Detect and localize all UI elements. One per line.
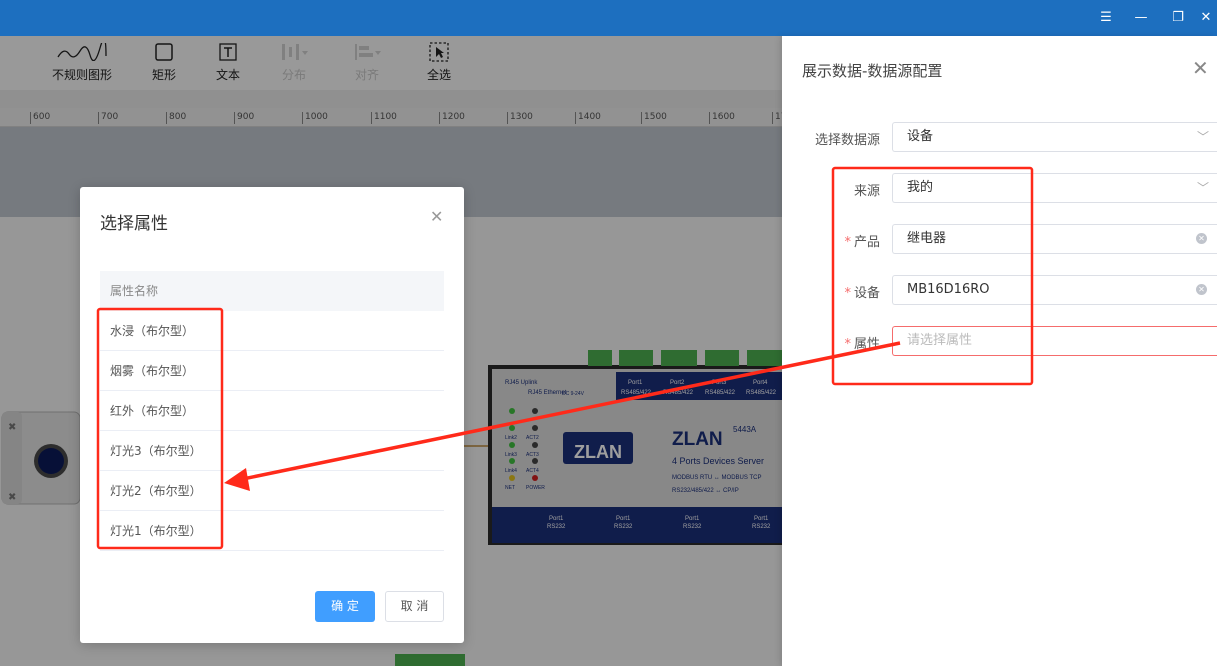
panel-title: 展示数据-数据源配置 bbox=[802, 62, 943, 80]
dialog-title: 选择属性 bbox=[100, 214, 168, 234]
table-row[interactable]: 红外（布尔型） bbox=[100, 391, 444, 431]
confirm-button[interactable]: 确 定 bbox=[315, 591, 375, 622]
cancel-button[interactable]: 取 消 bbox=[385, 591, 444, 622]
table-row[interactable]: 灯光3（布尔型） bbox=[100, 431, 444, 471]
close-window-icon[interactable]: ✕ bbox=[1195, 7, 1217, 29]
table-row[interactable]: 烟雾（布尔型） bbox=[100, 351, 444, 391]
attribute-label: * 属性 bbox=[844, 337, 880, 352]
menu-icon[interactable]: ☰ bbox=[1095, 7, 1117, 29]
datasource-config-panel: 展示数据-数据源配置 ✕ 选择数据源 设备 ﹀ 来源 我的 ﹀ * 产品 继电器 ✕ *… bbox=[782, 36, 1217, 666]
device-label: * 设备 bbox=[844, 286, 880, 301]
table-header: 属性名称 bbox=[100, 271, 444, 311]
datasource-select[interactable]: 设备 ﹀ bbox=[892, 122, 1217, 152]
select-attribute-dialog: 选择属性 ✕ 属性名称 水浸（布尔型） 烟雾（布尔型） 红外（布尔型） 灯光3（… bbox=[80, 187, 464, 643]
chevron-down-icon: ﹀ bbox=[1196, 130, 1209, 144]
chevron-down-icon: ﹀ bbox=[1196, 181, 1209, 195]
panel-close-icon[interactable]: ✕ bbox=[1192, 56, 1209, 80]
device-select[interactable]: MB16D16RO ✕ bbox=[892, 275, 1217, 305]
attribute-input[interactable]: 请选择属性 bbox=[892, 326, 1217, 356]
source-select[interactable]: 我的 ﹀ bbox=[892, 173, 1217, 203]
source-label: 来源 bbox=[853, 184, 880, 199]
table-row[interactable]: 灯光1（布尔型） bbox=[100, 511, 444, 551]
datasource-label: 选择数据源 bbox=[814, 133, 880, 148]
dialog-close-icon[interactable]: ✕ bbox=[430, 207, 443, 226]
product-label: * 产品 bbox=[844, 235, 880, 250]
clear-icon[interactable]: ✕ bbox=[1196, 233, 1207, 244]
clear-icon[interactable]: ✕ bbox=[1196, 284, 1207, 295]
table-row[interactable]: 水浸（布尔型） bbox=[100, 311, 444, 351]
restore-icon[interactable]: ❐ bbox=[1167, 7, 1189, 29]
minimize-icon[interactable]: — bbox=[1130, 7, 1152, 29]
product-select[interactable]: 继电器 ✕ bbox=[892, 224, 1217, 254]
table-row[interactable]: 灯光2（布尔型） bbox=[100, 471, 444, 511]
